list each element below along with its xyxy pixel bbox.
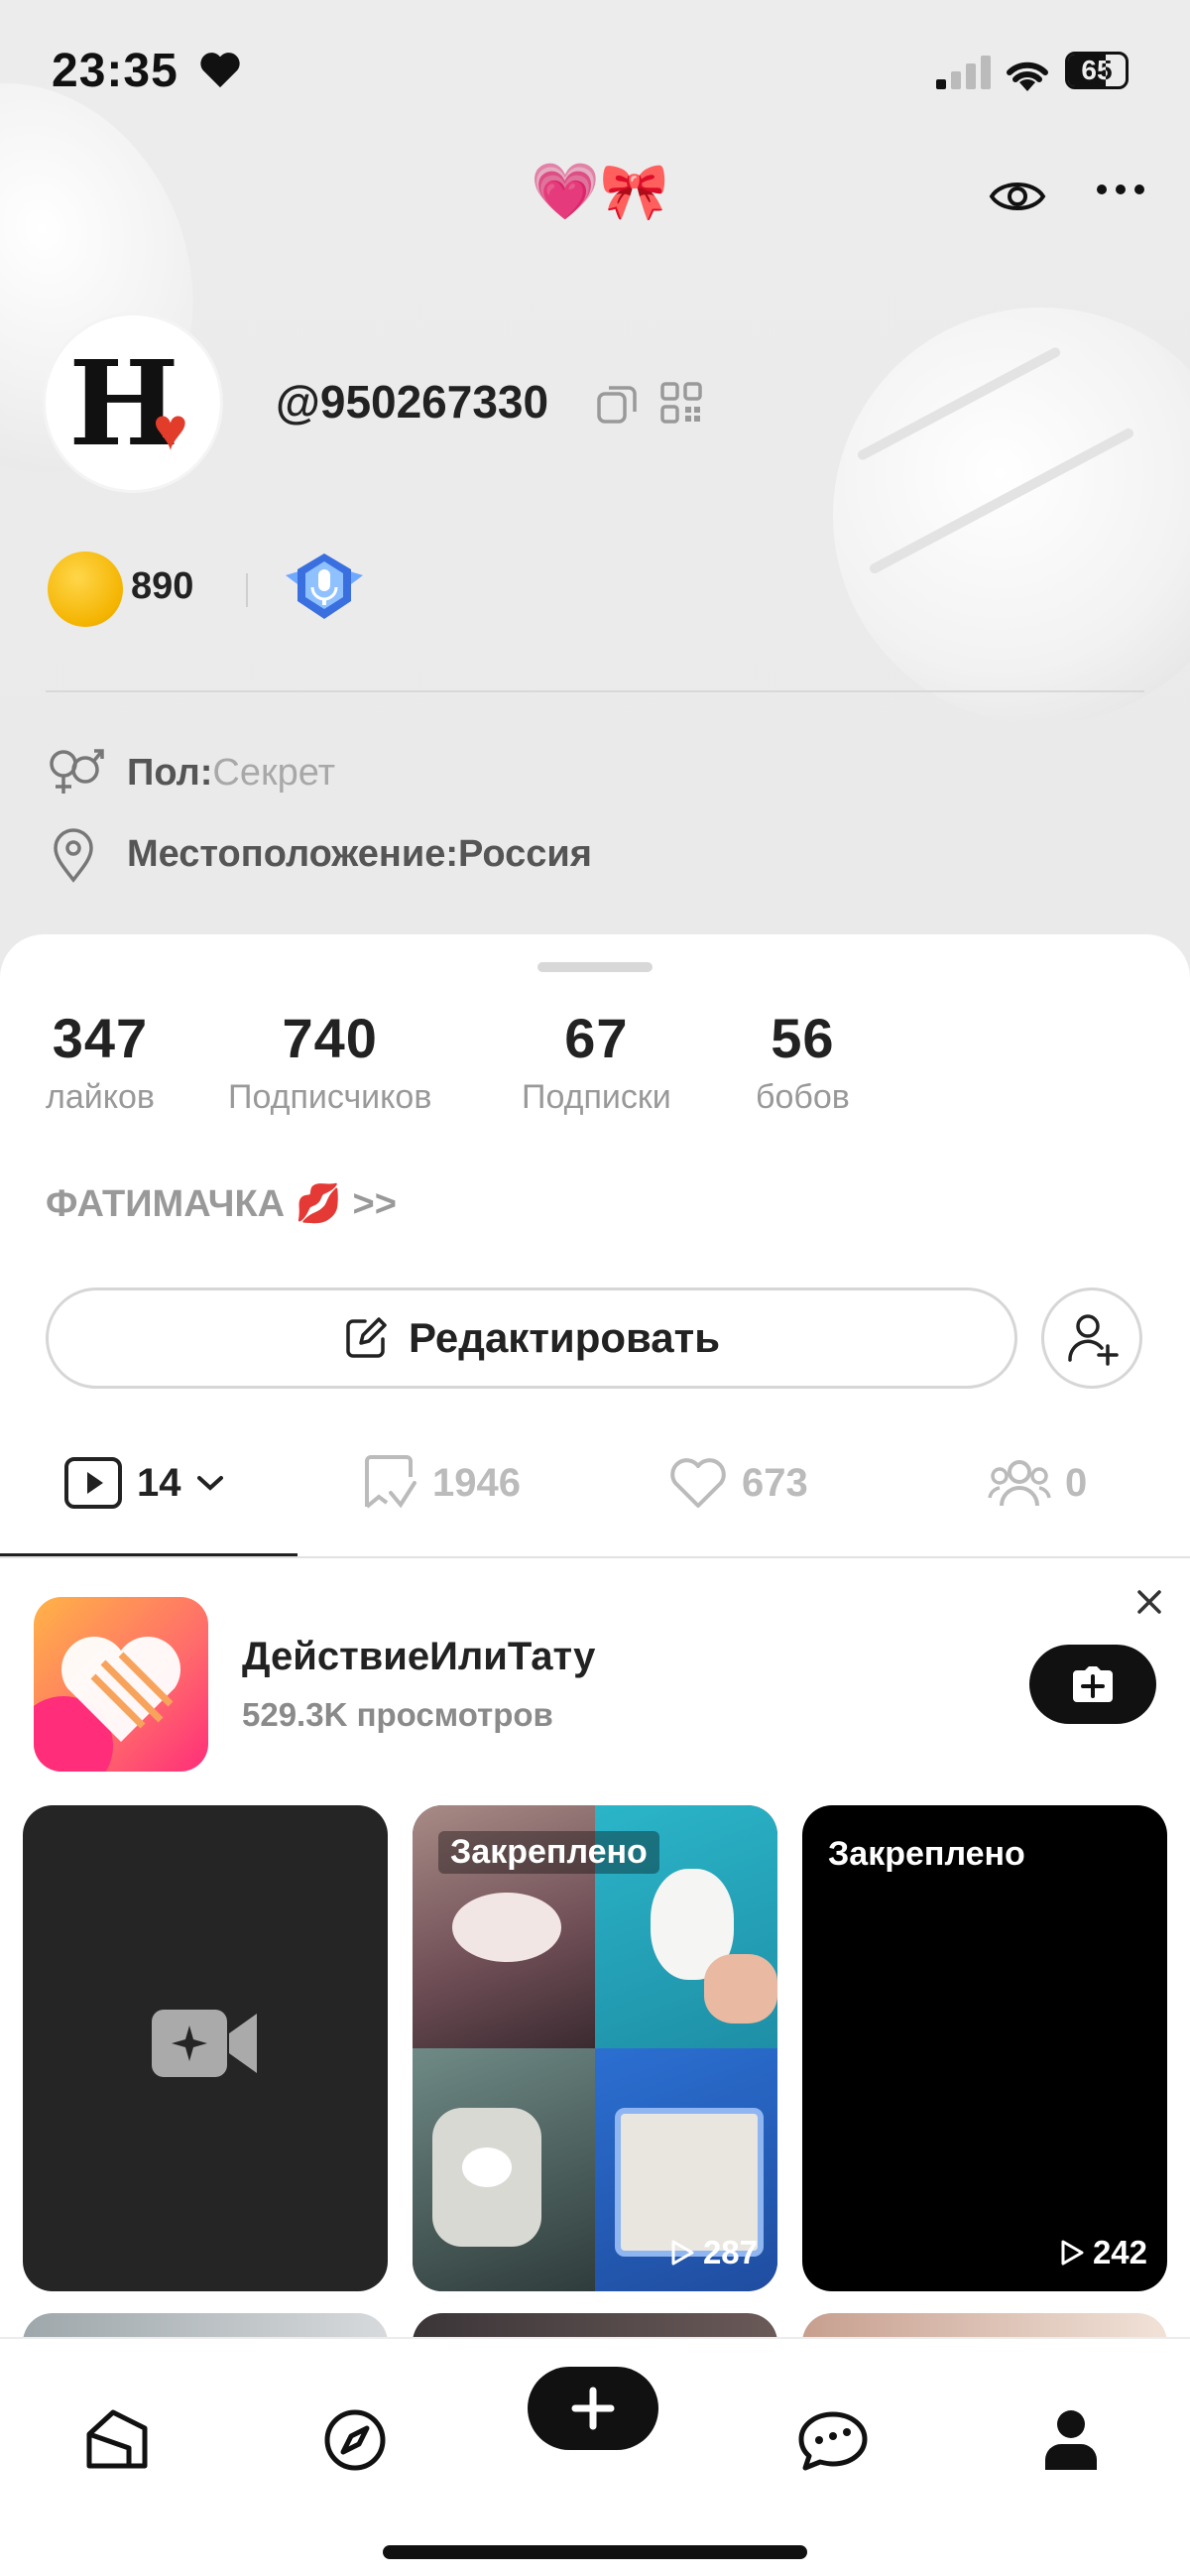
create-button[interactable] xyxy=(528,2367,658,2450)
bio-text[interactable]: ФАТИМАЧКА 💋 >> xyxy=(46,1182,397,1226)
close-icon[interactable] xyxy=(1134,1587,1164,1617)
eye-icon[interactable] xyxy=(988,167,1047,226)
copy-icon[interactable] xyxy=(595,382,639,426)
video-thumbnail xyxy=(413,2048,595,2291)
heart-outline-icon xyxy=(670,1458,726,1508)
bottom-navigation xyxy=(0,2337,1190,2576)
gender-icon xyxy=(50,749,104,794)
battery-value: 65 xyxy=(1081,55,1113,85)
compass-icon[interactable] xyxy=(323,2408,387,2472)
add-friend-button[interactable] xyxy=(1041,1288,1142,1389)
gender-row: Пол:Секрет xyxy=(127,752,335,795)
tab-groups[interactable]: 0 xyxy=(988,1418,1087,1547)
location-pin-icon xyxy=(54,828,93,883)
stat-following[interactable]: 67 Подписки xyxy=(522,1006,671,1117)
tab-videos-count: 14 xyxy=(137,1460,181,1505)
promo-app-icon[interactable] xyxy=(34,1597,208,1772)
tab-reposts[interactable]: 1946 xyxy=(361,1418,521,1547)
location-row: Местоположение:Россия xyxy=(127,833,592,876)
profile-header: 23:35 65 💗🎀 H ♥ @950267330 890 Пол:Секре… xyxy=(0,0,1190,982)
battery-indicator: 65 xyxy=(1065,52,1129,89)
repost-icon xyxy=(365,1455,416,1509)
add-user-icon xyxy=(1068,1314,1119,1366)
status-time: 23:35 xyxy=(52,45,178,97)
wifi-icon xyxy=(1007,61,1048,91)
heart-icon: ♥ xyxy=(153,396,188,462)
more-icon[interactable] xyxy=(1095,183,1146,196)
home-indicator xyxy=(383,2545,807,2559)
location-value: Россия xyxy=(457,833,592,875)
username: @950267330 xyxy=(276,376,549,428)
divider xyxy=(46,690,1144,692)
tab-likes-count: 673 xyxy=(742,1460,808,1505)
edit-profile-button[interactable]: Редактировать xyxy=(46,1288,1017,1389)
group-icon xyxy=(988,1460,1051,1507)
chat-icon[interactable] xyxy=(797,2408,869,2472)
tab-groups-count: 0 xyxy=(1065,1460,1088,1505)
view-count: 242 xyxy=(1059,2234,1147,2271)
plus-icon xyxy=(571,2387,615,2430)
stat-label: лайков xyxy=(46,1078,155,1116)
profile-title-emoji: 💗🎀 xyxy=(531,160,669,222)
add-video-icon xyxy=(1073,1666,1113,1702)
video-tile[interactable]: Закреплено 287 xyxy=(413,1805,777,2291)
stat-value: 56 xyxy=(771,1007,835,1069)
microphone-badge-icon[interactable] xyxy=(280,548,369,627)
coin-icon[interactable] xyxy=(48,552,123,627)
tabs-divider xyxy=(0,1556,1190,1558)
chevron-down-icon xyxy=(196,1476,223,1491)
video-camera-icon xyxy=(152,2010,257,2077)
stat-value: 67 xyxy=(564,1007,629,1069)
avatar[interactable]: H ♥ xyxy=(46,315,220,490)
coin-count: 890 xyxy=(131,565,194,607)
stat-label: бобов xyxy=(756,1078,850,1116)
pinned-label: Закреплено xyxy=(438,1831,659,1874)
view-count-value: 287 xyxy=(702,2234,758,2270)
promo-title[interactable]: ДействиеИлиТату xyxy=(242,1635,595,1679)
heart-status-icon xyxy=(200,53,240,88)
promo-action-button[interactable] xyxy=(1029,1645,1156,1724)
content-tabs: 14 1946 673 0 xyxy=(0,1418,1190,1559)
edit-icon xyxy=(346,1317,387,1358)
stat-beans[interactable]: 56 бобов xyxy=(756,1006,850,1117)
qr-code-icon[interactable] xyxy=(660,382,702,424)
edit-profile-label: Редактировать xyxy=(408,1314,721,1361)
separator xyxy=(246,573,248,607)
gender-label: Пол: xyxy=(127,752,213,794)
gender-value: Секрет xyxy=(212,752,335,794)
profile-panel: 347 лайков 740 Подписчиков 67 Подписки 5… xyxy=(0,934,1190,1559)
stat-likes[interactable]: 347 лайков xyxy=(46,1006,155,1117)
stat-label: Подписчиков xyxy=(228,1078,432,1116)
play-icon xyxy=(1061,2240,1084,2266)
video-content: ДействиеИлиТату 529.3K просмотров Закреп… xyxy=(0,1559,1190,2373)
tab-likes[interactable]: 673 xyxy=(668,1418,808,1547)
promo-views: 529.3K просмотров xyxy=(242,1696,553,1733)
video-tile[interactable]: Закреплено 242 xyxy=(802,1805,1167,2291)
stat-label: Подписки xyxy=(522,1078,671,1116)
pinned-label: Закреплено xyxy=(828,1835,1025,1873)
tab-videos[interactable]: 14 xyxy=(63,1418,225,1547)
stat-value: 347 xyxy=(52,1007,149,1069)
location-label: Местоположение: xyxy=(127,833,458,875)
decorative-blob xyxy=(833,307,1190,724)
play-box-icon xyxy=(64,1457,122,1509)
profile-icon[interactable] xyxy=(1043,2408,1099,2472)
play-icon xyxy=(671,2240,694,2266)
signal-icon xyxy=(936,56,991,89)
create-video-tile[interactable] xyxy=(23,1805,388,2291)
home-icon[interactable] xyxy=(83,2408,151,2470)
heart-logo-icon xyxy=(34,1636,181,1772)
view-count-value: 242 xyxy=(1092,2234,1147,2270)
tab-reposts-count: 1946 xyxy=(432,1460,521,1505)
stat-followers[interactable]: 740 Подписчиков xyxy=(228,1006,431,1117)
drag-handle[interactable] xyxy=(537,962,653,972)
stat-value: 740 xyxy=(282,1007,378,1069)
view-count: 287 xyxy=(669,2234,758,2271)
